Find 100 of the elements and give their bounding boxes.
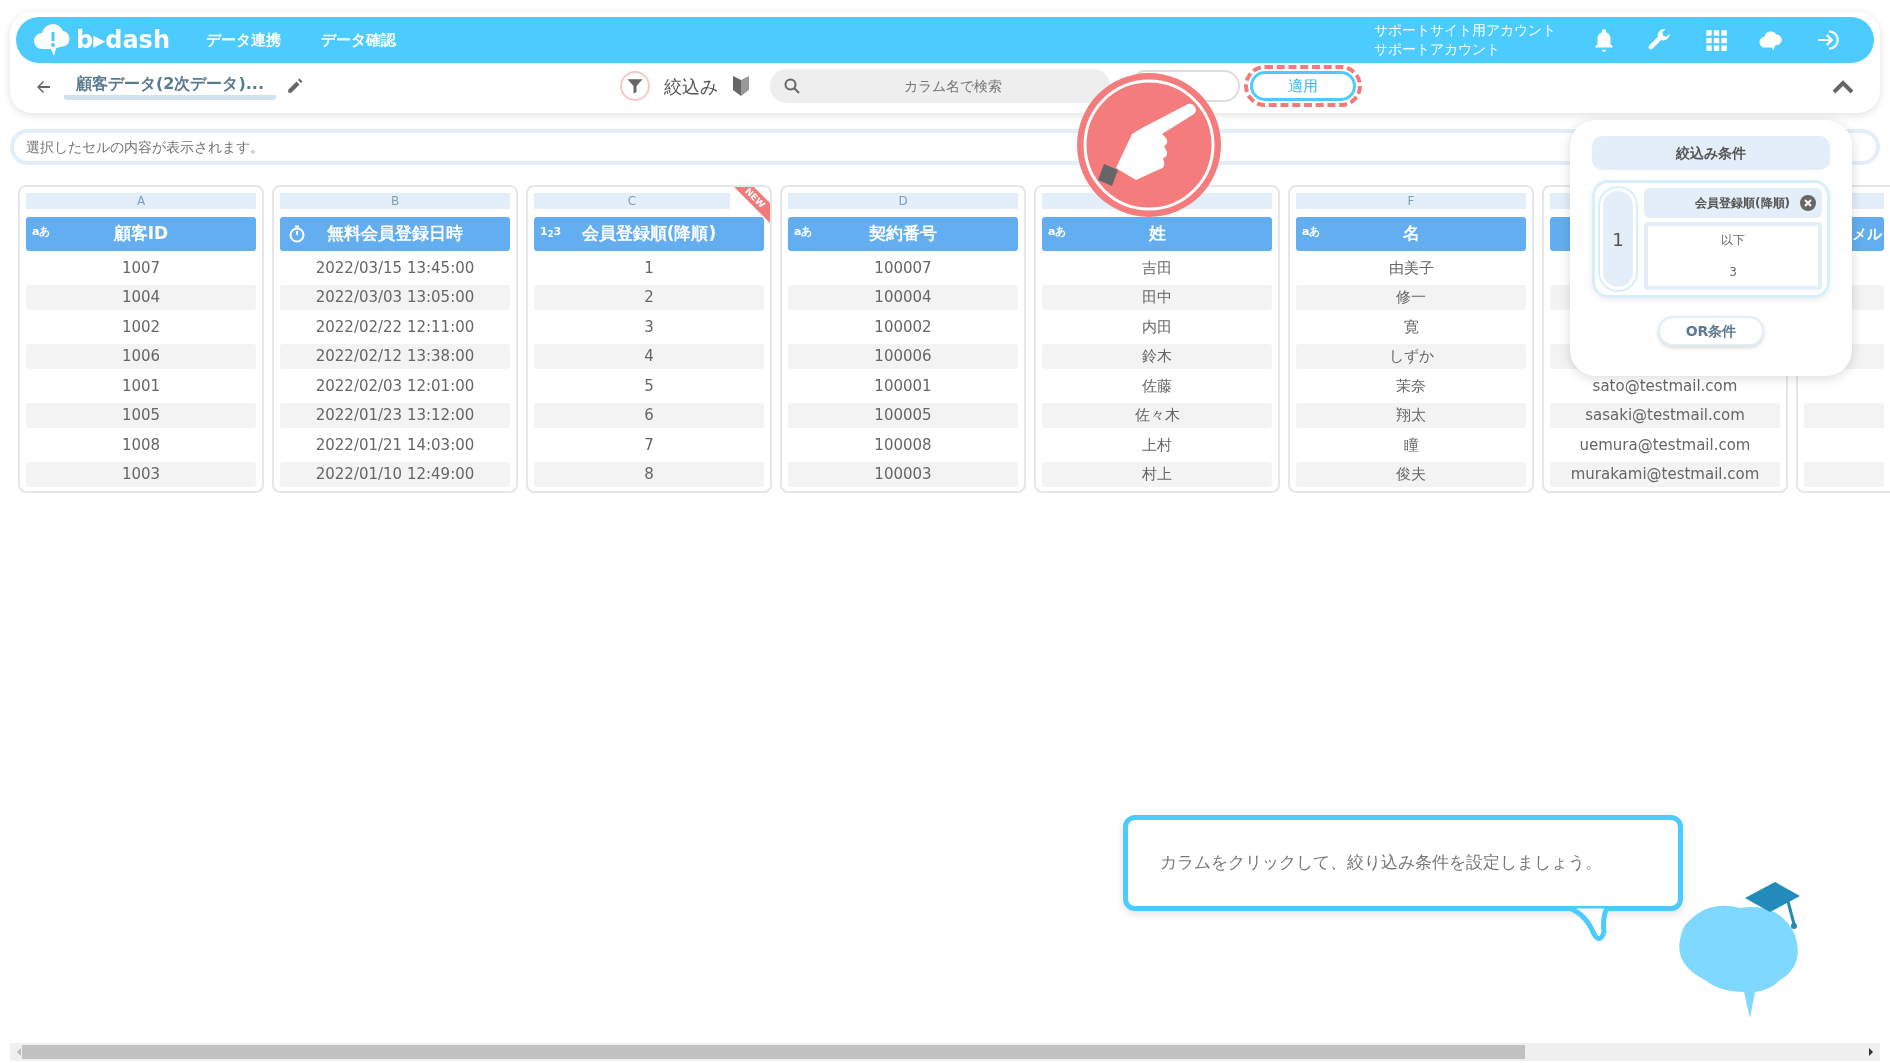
nav-link[interactable]: データ連携 [200, 27, 287, 53]
column-letter-bar[interactable]: A [26, 193, 256, 209]
beginner-mark-icon[interactable] [732, 75, 750, 97]
table-cell: 8 [534, 462, 764, 487]
table-cell: 100005 [788, 403, 1018, 428]
table-cell: sasaki@testmail.com [1550, 403, 1780, 428]
column-title: 名 [1402, 222, 1420, 246]
table-cell-text: 2022/01/21 14:03:00 [314, 434, 476, 456]
table-cell: 2022/03/03 13:05:00 [280, 285, 510, 310]
table-cell-text: 吉田 [1141, 257, 1173, 279]
column-title: 無料会員登録日時 [327, 222, 463, 246]
table-cell: 俊夫 [1296, 462, 1526, 487]
app-grid-icon[interactable] [1703, 27, 1729, 53]
table-cell-text: 1008 [120, 434, 162, 456]
table-cell: 2 [534, 285, 764, 310]
table-cell-text: 瞳 [1402, 434, 1420, 456]
account-name: サポートアカウント [1374, 40, 1501, 59]
condition-operator: 以下 [1721, 232, 1745, 249]
table-cell-text: 佐藤 [1141, 375, 1173, 397]
column-header[interactable]: 1$_{2}$3 会員登録順(降順) [534, 217, 764, 251]
group-number: 1 [1600, 188, 1636, 290]
column-header[interactable]: aあ 名 [1296, 217, 1526, 251]
type-icon: aあ [1048, 225, 1067, 239]
account-name: サポートサイト用アカウント [1374, 21, 1556, 40]
condition-column: 会員登録順(降順) [1695, 194, 1790, 212]
column-letter-bar[interactable]: C [534, 193, 730, 209]
column-title: メル [1852, 223, 1882, 245]
column-header[interactable]: aあ 契約番号 [788, 217, 1018, 251]
table-cell: 佐々木 [1042, 403, 1272, 428]
condition-value: 3 [1729, 264, 1737, 281]
logo-text: b▸dash [76, 25, 170, 56]
filter-button[interactable] [620, 71, 650, 101]
search-icon [784, 78, 800, 94]
apply-button[interactable]: 適用 [1250, 71, 1356, 101]
column-letter-bar[interactable]: D [788, 193, 1018, 209]
table-cell-text: 3 [643, 316, 655, 338]
table-cell-text: 100007 [873, 257, 933, 279]
table-cell-text: 7 [643, 434, 655, 456]
table-cell: しずか [1296, 344, 1526, 369]
table-cell-text: 100001 [873, 375, 933, 397]
table-cell-text: 2022/02/22 12:11:00 [314, 316, 476, 338]
table-cell-text: 100002 [873, 316, 933, 338]
table-cell-text: 由美子 [1387, 257, 1435, 279]
table-cell-text: 茉奈 [1395, 375, 1427, 397]
logo-icon [34, 23, 72, 57]
table-cell: 村上 [1042, 462, 1272, 487]
table-cell: 6 [534, 403, 764, 428]
table-cell-text: 1002 [120, 316, 162, 338]
column-header[interactable]: 無料会員登録日時 [280, 217, 510, 251]
table-cell: 修一 [1296, 285, 1526, 310]
table-cell-text: 2022/02/03 12:01:00 [314, 375, 476, 397]
filter-label: 絞込み [664, 74, 718, 99]
scroll-right-icon[interactable] [1866, 1047, 1876, 1057]
table-cell: 1006 [26, 344, 256, 369]
dataset-title[interactable]: 顧客データ(2次データ)... [64, 72, 276, 100]
table-cell-text: 内田 [1141, 316, 1173, 338]
table-cell-text: sato@testmail.com [1591, 375, 1739, 397]
table-cell: 4 [534, 344, 764, 369]
table-cell-text: 1007 [120, 257, 162, 279]
table-cell: 2022/01/23 13:12:00 [280, 403, 510, 428]
table-cell: 100004 [788, 285, 1018, 310]
table-cell: 1005 [26, 403, 256, 428]
nav-link[interactable]: データ確認 [315, 27, 402, 53]
table-cell: 1004 [26, 285, 256, 310]
column-header[interactable]: aあ 姓 [1042, 217, 1272, 251]
filter-icon [626, 77, 644, 95]
table-cell: 2022/02/12 13:38:00 [280, 344, 510, 369]
column-title: 顧客ID [113, 222, 169, 246]
table-cell: 鈴木 [1042, 344, 1272, 369]
hint-text: カラムをクリックして、絞り込み条件を設定しましょう。 [1160, 851, 1602, 875]
column-header[interactable]: aあ 顧客ID [26, 217, 256, 251]
column-letter-bar[interactable]: B [280, 193, 510, 209]
pencil-icon[interactable] [286, 77, 304, 95]
scrollbar-thumb[interactable] [22, 1045, 1525, 1059]
table-cell: 1003 [26, 462, 256, 487]
or-condition-button[interactable]: OR条件 [1658, 316, 1764, 346]
logout-icon[interactable] [1815, 27, 1841, 53]
table-cell: murakami@testmail.com [1550, 462, 1780, 487]
column-title: 姓 [1148, 222, 1166, 246]
column-title: 会員登録順(降順) [581, 222, 717, 246]
type-icon: aあ [32, 225, 51, 239]
table-cell: 100006 [788, 344, 1018, 369]
type-icon: 1$_{2}$3 [540, 225, 562, 239]
table-cell-text: 5 [643, 375, 655, 397]
panel-title: 絞込み条件 [1592, 136, 1830, 170]
table-cell-text: 100008 [873, 434, 933, 456]
table-cell: 100003 [788, 462, 1018, 487]
table-cell-text: uemura@testmail.com [1578, 434, 1752, 456]
table-cell: 翔太 [1296, 403, 1526, 428]
table-cell-text: 2022/03/15 13:45:00 [314, 257, 476, 279]
type-icon: aあ [1302, 225, 1321, 239]
close-icon[interactable] [1800, 195, 1816, 211]
column-letter-bar[interactable]: F [1296, 193, 1526, 209]
type-icon: aあ [794, 225, 813, 239]
table-cell-text: 1 [643, 257, 655, 279]
table-cell-text: 寛 [1402, 316, 1420, 338]
column-search-field[interactable]: カラム名で検索 [770, 69, 1110, 103]
table-cell: 2022/01/10 12:49:00 [280, 462, 510, 487]
stopwatch-icon [288, 225, 306, 243]
table-cell: 田中 [1042, 285, 1272, 310]
